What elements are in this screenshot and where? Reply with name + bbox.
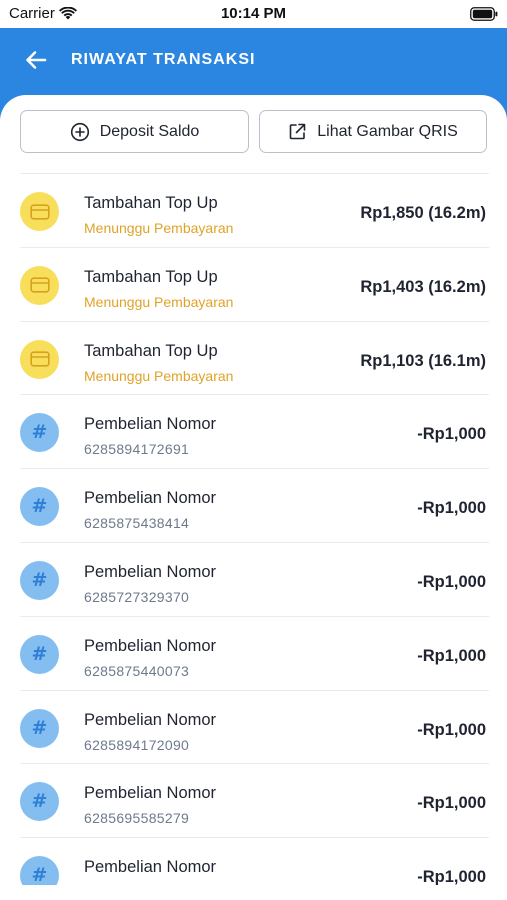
phone-number: 6285875438414 <box>84 515 190 532</box>
transaction-amount: Rp1,103 (16.1m) <box>360 351 486 370</box>
status-time: 10:14 PM <box>220 5 287 22</box>
transaction-title: Pembelian Nomor <box>84 636 217 655</box>
plus-circle-icon <box>70 122 89 141</box>
view-qris-button[interactable]: Lihat Gambar QRIS <box>259 110 487 153</box>
transaction-amount: -Rp1,000 <box>417 646 486 665</box>
status-bar: Carrier 10:14 PM <box>0 0 507 28</box>
list-item[interactable]: # Pembelian Nomor 6285875440073 -Rp1,000 <box>20 615 489 690</box>
page-title: RIWAYAT TRANSAKSI <box>71 51 256 68</box>
list-item[interactable]: Tambahan Top Up Menunggu Pembayaran Rp1,… <box>20 246 489 321</box>
list-item[interactable]: # Pembelian Nomor 6285894172691 -Rp1,000 <box>20 394 489 468</box>
transaction-title: Tambahan Top Up <box>84 341 218 360</box>
hash-icon: # <box>20 413 59 453</box>
hash-icon: # <box>20 634 59 674</box>
transaction-status: Menunggu Pembayaran <box>84 367 234 384</box>
list-item[interactable]: # Pembelian Nomor 6285875438414 -Rp1,000 <box>20 468 489 542</box>
transaction-status: Menunggu Pembayaran <box>84 293 234 310</box>
transaction-title: Pembelian Nomor <box>84 710 217 729</box>
transaction-title: Pembelian Nomor <box>84 415 217 434</box>
hash-icon: # <box>20 560 59 600</box>
phone-number: 6285727329370 <box>84 588 190 605</box>
hash-icon: # <box>20 487 59 527</box>
transaction-amount: -Rp1,000 <box>417 499 486 518</box>
transaction-amount: Rp1,850 (16.2m) <box>360 204 486 222</box>
list-item[interactable]: Tambahan Top Up Menunggu Pembayaran Rp1,… <box>20 320 489 395</box>
transaction-list: Tambahan Top Up Menunggu Pembayaran Rp1,… <box>20 173 489 900</box>
nav-bar: RIWAYAT TRANSAKSI <box>0 28 507 92</box>
battery-icon <box>470 7 498 26</box>
transaction-amount: -Rp1,000 <box>417 425 486 444</box>
list-item[interactable]: # Pembelian Nomor 6285695585279 -Rp1,000 <box>20 763 489 837</box>
bottom-safe-area <box>0 885 507 900</box>
transaction-amount: -Rp1,000 <box>417 794 486 813</box>
content-sheet: Deposit Saldo Lihat Gambar QRIS Tambahan… <box>0 95 507 900</box>
transaction-status: Menunggu Pembayaran <box>84 220 234 236</box>
action-buttons: Deposit Saldo Lihat Gambar QRIS <box>20 110 487 154</box>
list-item[interactable]: # Pembelian Nomor 6285727329370 -Rp1,000 <box>20 541 489 616</box>
card-icon <box>20 265 59 305</box>
card-icon <box>20 339 59 379</box>
list-item[interactable]: Tambahan Top Up Menunggu Pembayaran Rp1,… <box>20 173 489 247</box>
view-qris-button-label: Lihat Gambar QRIS <box>317 122 458 140</box>
phone-number: 6285894172691 <box>84 441 190 458</box>
transaction-amount: Rp1,403 (16.2m) <box>360 277 486 296</box>
transaction-title: Pembelian Nomor <box>84 562 217 581</box>
back-button[interactable] <box>20 44 52 76</box>
transaction-title: Pembelian Nomor <box>84 858 217 877</box>
hash-icon: # <box>20 708 59 748</box>
transaction-title: Pembelian Nomor <box>84 489 217 508</box>
hash-icon: # <box>20 782 59 822</box>
transaction-amount: -Rp1,000 <box>417 572 486 591</box>
phone-number: 6285894172090 <box>84 736 190 753</box>
transaction-title: Tambahan Top Up <box>84 194 218 212</box>
phone-number: 6285875440073 <box>84 662 190 679</box>
transaction-title: Tambahan Top Up <box>84 267 218 286</box>
deposit-button[interactable]: Deposit Saldo <box>20 110 249 153</box>
transaction-amount: -Rp1,000 <box>417 720 486 739</box>
phone-number: 6285695585279 <box>84 810 190 827</box>
external-link-icon <box>289 123 306 140</box>
arrow-left-icon <box>26 51 47 69</box>
list-item[interactable]: # Pembelian Nomor 6285894172090 -Rp1,000 <box>20 689 489 764</box>
transaction-title: Pembelian Nomor <box>84 784 217 803</box>
deposit-button-label: Deposit Saldo <box>99 122 200 140</box>
card-icon <box>20 192 59 231</box>
